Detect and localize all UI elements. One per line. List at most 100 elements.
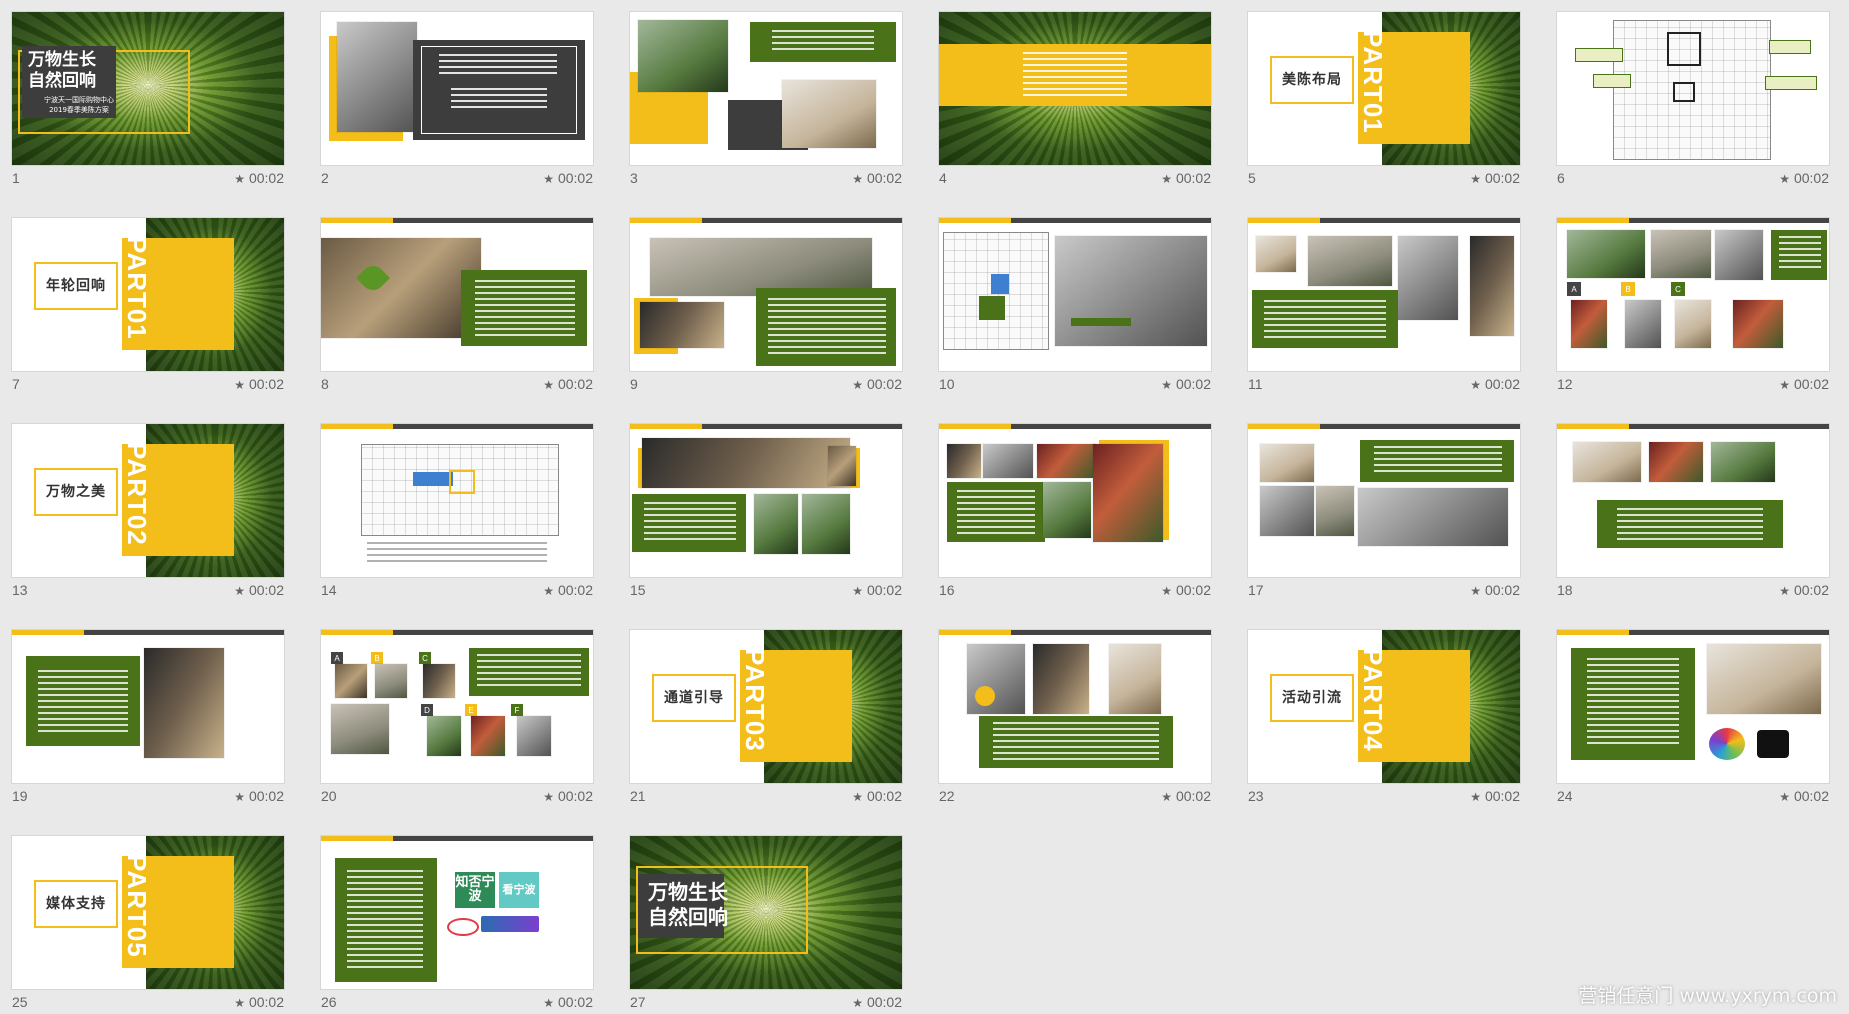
part-label: PART01: [122, 236, 152, 340]
slide-cell: A B C 12 ★ 00:02: [1557, 218, 1829, 392]
photo: [144, 648, 224, 758]
text-lines: [477, 654, 581, 690]
slide-cell: 15 ★ 00:02: [630, 424, 902, 598]
deck-title: 万物生长 自然回响: [28, 50, 118, 94]
slide-thumbnail-13[interactable]: 万物之美 PART02: [12, 424, 284, 577]
text-lines: [451, 88, 547, 108]
star-icon: ★: [543, 996, 554, 1010]
slide-meta: 8 ★ 00:02: [321, 376, 593, 392]
section-tag: [321, 630, 393, 635]
slide-thumbnail-7[interactable]: 年轮回响 PART01: [12, 218, 284, 371]
highlight-box: [979, 296, 1005, 320]
caption-label: [1071, 318, 1131, 326]
slide-duration: ★ 00:02: [852, 376, 902, 392]
slide-number: 3: [630, 170, 638, 186]
slide-thumbnail-6[interactable]: [1557, 12, 1829, 165]
text-panel: [461, 270, 587, 346]
slide-thumbnail-10[interactable]: [939, 218, 1211, 371]
slide-thumbnail-18[interactable]: [1557, 424, 1829, 577]
callout: [1593, 74, 1631, 88]
duration-text: 00:02: [1793, 582, 1829, 598]
slide-thumbnail-3[interactable]: [630, 12, 902, 165]
slide-thumbnail-27[interactable]: 万物生长 自然回响: [630, 836, 902, 989]
duration-text: 00:02: [248, 788, 284, 804]
section-tag: [630, 424, 702, 429]
slide-cell: 知否宁波 看宁波 26 ★ 00:02: [321, 836, 593, 1010]
slide-cell: 16 ★ 00:02: [939, 424, 1211, 598]
section-title-box: 通道引导: [652, 674, 736, 722]
text-lines: [772, 30, 874, 50]
badge-d: D: [421, 704, 433, 716]
photo: [1651, 230, 1711, 278]
slide-cell: 2 ★ 00:02: [321, 12, 593, 186]
slide-thumbnail-8[interactable]: [321, 218, 593, 371]
photo: [947, 444, 981, 478]
slide-thumbnail-16[interactable]: [939, 424, 1211, 577]
duration-text: 00:02: [248, 994, 284, 1010]
slide-thumbnail-25[interactable]: 媒体支持 PART05: [12, 836, 284, 989]
part-label: PART03: [740, 648, 770, 752]
callout: [1575, 48, 1623, 62]
section-title: 年轮回响: [46, 277, 106, 294]
slide-duration: ★ 00:02: [1161, 582, 1211, 598]
slide-duration: ★ 00:02: [852, 788, 902, 804]
text-panel: [1252, 290, 1398, 348]
slide-thumbnail-11[interactable]: [1248, 218, 1520, 371]
slide-cell: 美陈布局 PART01 5 ★ 00:02: [1248, 12, 1520, 186]
slide-thumbnail-24[interactable]: [1557, 630, 1829, 783]
slide-thumbnail-17[interactable]: [1248, 424, 1520, 577]
photo: [640, 302, 724, 348]
slide-number: 17: [1248, 582, 1264, 598]
slide-meta: 24 ★ 00:02: [1557, 788, 1829, 804]
radio-logo: [447, 918, 479, 936]
slide-thumbnail-9[interactable]: [630, 218, 902, 371]
slide-thumbnail-4[interactable]: [939, 12, 1211, 165]
photo: [1043, 482, 1091, 538]
photo: [1260, 486, 1314, 536]
duration-text: 00:02: [1484, 788, 1520, 804]
slide-cell: 9 ★ 00:02: [630, 218, 902, 392]
badge-f: F: [511, 704, 523, 716]
header-bar: [1248, 218, 1520, 223]
slide-thumbnail-26[interactable]: 知否宁波 看宁波: [321, 836, 593, 989]
duration-text: 00:02: [1175, 170, 1211, 186]
slide-thumbnail-5[interactable]: 美陈布局 PART01: [1248, 12, 1520, 165]
slide-number: 16: [939, 582, 955, 598]
text-panel: [335, 858, 437, 982]
slide-thumbnail-21[interactable]: 通道引导 PART03: [630, 630, 902, 783]
highlight: [1667, 32, 1701, 66]
slide-number: 1: [12, 170, 20, 186]
slide-thumbnail-15[interactable]: [630, 424, 902, 577]
slide-thumbnail-14[interactable]: [321, 424, 593, 577]
slide-thumbnail-19[interactable]: [12, 630, 284, 783]
photo: [1649, 442, 1703, 482]
duration-text: 00:02: [248, 376, 284, 392]
slide-sorter-grid: 万物生长 自然回响 宁波天一国际购物中心 2019春季美陈方案 1 ★ 00:02 2 ★ 00:…: [12, 12, 1829, 1010]
slide-thumbnail-1[interactable]: 万物生长 自然回响 宁波天一国际购物中心 2019春季美陈方案: [12, 12, 284, 165]
slide-duration: ★ 00:02: [234, 376, 284, 392]
slide-thumbnail-20[interactable]: A B C D E F: [321, 630, 593, 783]
photo: [375, 664, 407, 698]
vertical-label: [1713, 288, 1725, 348]
text-lines: [38, 670, 128, 732]
slide-number: 14: [321, 582, 337, 598]
section-tag: [1557, 424, 1629, 429]
slide-cell: 媒体支持 PART05 25 ★ 00:02: [12, 836, 284, 1010]
section-tag: [1248, 424, 1320, 429]
header-bar: [630, 218, 902, 223]
photo: [1033, 644, 1089, 714]
photo: [967, 644, 1025, 714]
section-tag: [939, 218, 1011, 223]
slide-duration: ★ 00:02: [234, 170, 284, 186]
header-bar: [939, 424, 1211, 429]
photo: [1358, 488, 1508, 546]
badge-a: A: [1567, 282, 1581, 296]
slide-thumbnail-23[interactable]: 活动引流 PART04: [1248, 630, 1520, 783]
duration-text: 00:02: [1484, 376, 1520, 392]
section-title: 万物之美: [46, 483, 106, 500]
text-panel: [750, 22, 896, 62]
slide-thumbnail-12[interactable]: A B C: [1557, 218, 1829, 371]
slide-thumbnail-22[interactable]: [939, 630, 1211, 783]
slide-thumbnail-2[interactable]: [321, 12, 593, 165]
photo: [427, 716, 461, 756]
